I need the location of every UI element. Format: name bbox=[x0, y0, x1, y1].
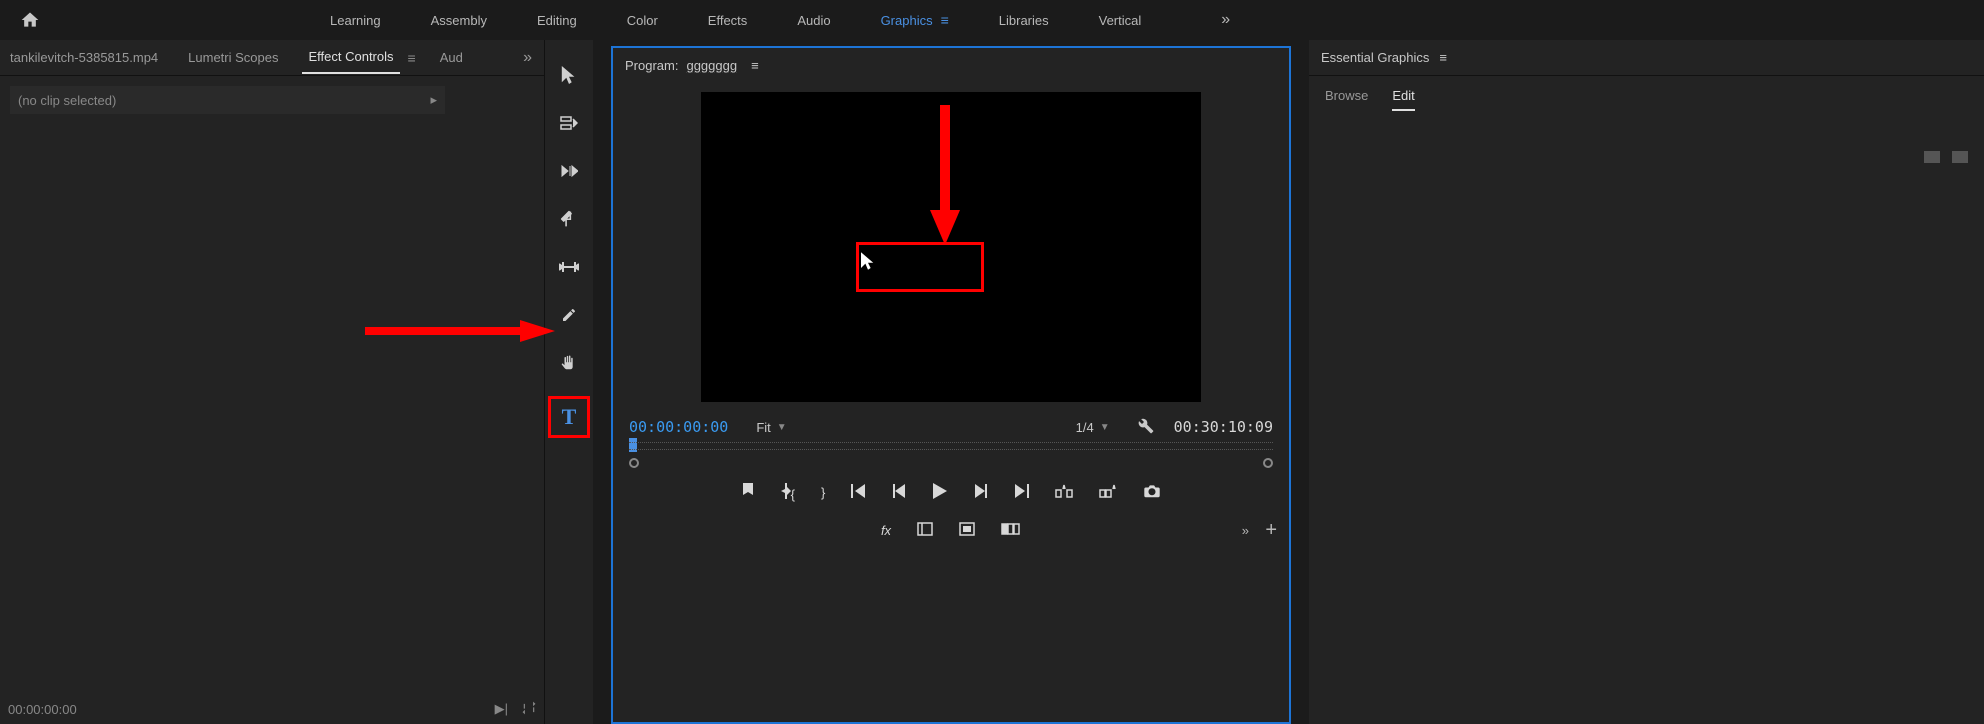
extract-button[interactable] bbox=[1099, 484, 1117, 501]
panel-tab-audio[interactable]: Aud bbox=[434, 42, 469, 73]
effect-controls-body: (no clip selected) ▸ bbox=[0, 76, 544, 694]
text-box-annotation bbox=[856, 242, 984, 292]
hand-tool[interactable] bbox=[554, 348, 584, 378]
zoom-fit-dropdown[interactable]: Fit ▼ bbox=[748, 417, 794, 438]
no-clip-selected-label: (no clip selected) bbox=[18, 93, 116, 108]
plus-button[interactable]: + bbox=[1265, 519, 1277, 542]
monitor-viewport[interactable] bbox=[613, 82, 1289, 412]
slip-tool[interactable] bbox=[554, 252, 584, 282]
workspace-tab-learning[interactable]: Learning bbox=[330, 13, 381, 28]
footer-timecode: 00:00:00:00 bbox=[8, 702, 77, 717]
program-label: Program: bbox=[625, 58, 678, 73]
panel-tab-lumetri[interactable]: Lumetri Scopes bbox=[182, 42, 284, 73]
chevron-overflow-icon[interactable]: » bbox=[523, 49, 540, 67]
total-duration-timecode: 00:30:10:09 bbox=[1174, 418, 1273, 436]
chevron-down-icon: ▼ bbox=[1100, 422, 1110, 433]
scrub-ruler[interactable] bbox=[629, 442, 1273, 450]
left-panel-tabs: tankilevitch-5385815.mp4 Lumetri Scopes … bbox=[0, 40, 544, 76]
workspace-tab-effects[interactable]: Effects bbox=[708, 13, 748, 28]
in-point-handle[interactable] bbox=[629, 458, 639, 468]
chevron-right-icon[interactable]: ▸ bbox=[430, 92, 437, 108]
export-frame-button[interactable] bbox=[1143, 484, 1161, 501]
essential-graphics-header: Essential Graphics ≡ bbox=[1309, 40, 1984, 76]
hamburger-icon[interactable]: ≡ bbox=[941, 12, 949, 28]
step-forward-button[interactable] bbox=[973, 484, 987, 501]
panel-title: Essential Graphics bbox=[1321, 50, 1429, 65]
razor-tool[interactable] bbox=[554, 204, 584, 234]
chevron-down-icon: ▼ bbox=[777, 422, 787, 433]
fx-icon[interactable]: fx bbox=[881, 523, 891, 538]
step-back-button[interactable] bbox=[893, 484, 907, 501]
panel-tab-effect-controls[interactable]: Effect Controls bbox=[302, 41, 399, 74]
out-point-handle[interactable] bbox=[1263, 458, 1273, 468]
lift-button[interactable] bbox=[1055, 484, 1073, 501]
program-monitor-panel: Program: ggggggg ≡ 00:00:00:00 Fit ▼ 1/4… bbox=[611, 46, 1291, 724]
transport-controls: { } bbox=[613, 472, 1289, 512]
play-only-icon[interactable]: ▶| bbox=[495, 701, 508, 718]
workspace-tab-libraries[interactable]: Libraries bbox=[999, 13, 1049, 28]
pen-tool[interactable] bbox=[554, 300, 584, 330]
scrubber[interactable] bbox=[613, 442, 1289, 472]
playback-res-label: 1/4 bbox=[1076, 420, 1094, 435]
workspace-tab-assembly[interactable]: Assembly bbox=[431, 13, 487, 28]
program-sequence-name: ggggggg bbox=[686, 58, 737, 73]
transport-controls-2: fx » + bbox=[613, 512, 1289, 548]
ripple-edit-tool[interactable] bbox=[554, 156, 584, 186]
type-tool[interactable]: T bbox=[548, 396, 590, 438]
playback-res-dropdown[interactable]: 1/4 ▼ bbox=[1068, 417, 1118, 438]
tab-browse[interactable]: Browse bbox=[1325, 88, 1368, 111]
home-icon[interactable] bbox=[10, 10, 50, 30]
workspace-tab-label: Graphics bbox=[881, 13, 933, 28]
left-panel-footer: 00:00:00:00 ▶| bbox=[0, 694, 544, 724]
top-workspace-bar: Learning Assembly Editing Color Effects … bbox=[0, 0, 1984, 40]
selection-tool[interactable] bbox=[554, 60, 584, 90]
track-select-tool[interactable] bbox=[554, 108, 584, 138]
mark-out-button[interactable]: } bbox=[821, 485, 825, 500]
cursor-icon bbox=[861, 252, 875, 270]
hamburger-icon[interactable]: ≡ bbox=[751, 58, 759, 73]
mark-in-button[interactable]: { bbox=[781, 483, 795, 502]
workspace-tab-color[interactable]: Color bbox=[627, 13, 658, 28]
layer-view-toggle-row bbox=[1309, 123, 1984, 163]
go-to-out-button[interactable] bbox=[1013, 484, 1029, 501]
loop-icon[interactable] bbox=[522, 701, 536, 718]
workspace-tabs: Learning Assembly Editing Color Effects … bbox=[330, 11, 1230, 29]
essential-graphics-tabs: Browse Edit bbox=[1309, 76, 1984, 123]
comparison-view-button[interactable] bbox=[917, 522, 933, 539]
workspace-tab-editing[interactable]: Editing bbox=[537, 13, 577, 28]
go-to-in-button[interactable] bbox=[851, 484, 867, 501]
wrench-icon[interactable] bbox=[1138, 418, 1154, 437]
safe-margins-button[interactable] bbox=[959, 522, 975, 539]
chevron-overflow-icon[interactable]: » bbox=[1242, 523, 1249, 538]
hamburger-icon[interactable]: ≡ bbox=[408, 50, 416, 66]
monitor-timebar: 00:00:00:00 Fit ▼ 1/4 ▼ 00:30:10:09 bbox=[613, 412, 1289, 442]
tools-panel: T bbox=[545, 40, 593, 724]
video-frame[interactable] bbox=[701, 92, 1201, 402]
main-layout: tankilevitch-5385815.mp4 Lumetri Scopes … bbox=[0, 40, 1984, 724]
play-button[interactable] bbox=[933, 483, 947, 502]
proxies-button[interactable] bbox=[1001, 523, 1021, 538]
hamburger-icon[interactable]: ≡ bbox=[1439, 50, 1447, 65]
tab-edit[interactable]: Edit bbox=[1392, 88, 1414, 111]
chevron-overflow-icon[interactable]: » bbox=[1221, 11, 1230, 29]
add-marker-button[interactable] bbox=[741, 483, 755, 502]
no-clip-selected-row: (no clip selected) ▸ bbox=[10, 86, 445, 114]
essential-graphics-panel: Essential Graphics ≡ Browse Edit bbox=[1309, 40, 1984, 724]
type-t-icon: T bbox=[562, 404, 577, 430]
current-timecode[interactable]: 00:00:00:00 bbox=[629, 418, 728, 436]
workspace-tab-audio[interactable]: Audio bbox=[797, 13, 830, 28]
program-header: Program: ggggggg ≡ bbox=[613, 48, 1289, 82]
zoom-fit-label: Fit bbox=[756, 420, 770, 435]
workspace-tab-graphics[interactable]: Graphics ≡ bbox=[881, 12, 949, 28]
workspace-tab-vertical[interactable]: Vertical bbox=[1099, 13, 1142, 28]
grid-view-icon[interactable] bbox=[1924, 151, 1940, 163]
list-view-icon[interactable] bbox=[1952, 151, 1968, 163]
panel-tab-source[interactable]: tankilevitch-5385815.mp4 bbox=[4, 42, 164, 73]
left-panel: tankilevitch-5385815.mp4 Lumetri Scopes … bbox=[0, 40, 545, 724]
